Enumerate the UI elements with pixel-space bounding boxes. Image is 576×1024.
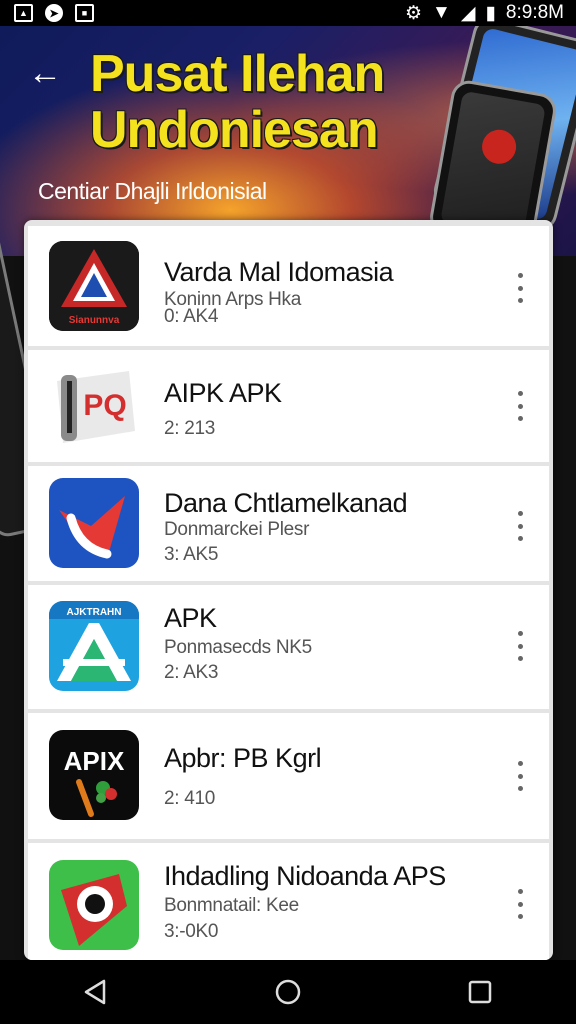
recents-square-icon[interactable] xyxy=(456,968,504,1016)
gallery-icon: ▲ xyxy=(14,4,33,22)
list-item[interactable]: Dana Chtlamelkanad Donmarckei Plesr 3: A… xyxy=(28,466,549,581)
green-eye-logo-icon xyxy=(49,860,139,950)
nav-app-icon: ➤ xyxy=(45,4,63,22)
app-meta: 2: 410 xyxy=(164,788,216,809)
home-circle-icon[interactable] xyxy=(264,968,312,1016)
cyan-a-logo-icon: AJKTRAHN xyxy=(49,601,139,691)
notification-app-icon: ■ xyxy=(75,4,94,22)
signal-icon: ◢ xyxy=(460,2,476,24)
list-item[interactable]: PQ AIPK APK 2: 213 xyxy=(28,350,549,462)
app-name: Dana Chtlamelkanad xyxy=(164,488,408,518)
app-name: Ihdadling Nidoanda APS xyxy=(164,861,446,891)
more-options-icon[interactable] xyxy=(511,273,529,303)
battery-icon: ▮ xyxy=(485,2,496,24)
back-triangle-icon[interactable] xyxy=(72,968,120,1016)
back-arrow-icon[interactable]: ← xyxy=(28,56,62,90)
page-subtitle: Centiar Dhajli Irldonisial xyxy=(38,178,267,204)
svg-text:PQ: PQ xyxy=(83,389,126,422)
red-a-logo-icon: Sianunnva xyxy=(49,241,139,331)
nav-bar xyxy=(0,960,576,1024)
settings-icon: ⚙ xyxy=(404,2,422,24)
pq-logo-icon: PQ xyxy=(49,361,139,451)
app-meta: 3: AK5 xyxy=(164,544,219,565)
list-item[interactable]: Sianunnva Varda Mal Idomasia Koninn Arps… xyxy=(28,226,549,346)
wifi-icon: ▼ xyxy=(432,2,451,23)
app-name: Varda Mal Idomasia xyxy=(164,257,394,287)
app-name: APK xyxy=(164,603,217,633)
app-list: Sianunnva Varda Mal Idomasia Koninn Arps… xyxy=(24,220,553,960)
list-item[interactable]: Ihdadling Nidoanda APS Bonmnatail: Kee 3… xyxy=(28,843,549,960)
app-meta: Ponmasecds NK5 xyxy=(164,637,312,658)
app-meta: 0: AK4 xyxy=(164,306,219,327)
apix-logo-icon: APIX xyxy=(49,730,139,820)
app-meta: 2: AK3 xyxy=(164,662,219,683)
more-options-icon[interactable] xyxy=(511,889,529,919)
svg-text:AJKTRAHN: AJKTRAHN xyxy=(67,607,122,618)
list-item[interactable]: APIX Apbr: PB Kgrl 2: 410 xyxy=(28,713,549,839)
svg-text:Sianunnva: Sianunnva xyxy=(69,315,120,326)
list-item[interactable]: AJKTRAHN APK Ponmasecds NK5 2: AK3 xyxy=(28,585,549,709)
more-options-icon[interactable] xyxy=(511,761,529,791)
app-meta: Donmarckei Plesr xyxy=(164,519,310,540)
app-meta: 2: 213 xyxy=(164,418,216,439)
more-options-icon[interactable] xyxy=(511,511,529,541)
status-time: 8:9:8M xyxy=(505,2,564,23)
blue-phone-check-icon xyxy=(49,478,139,568)
app-name: AIPK APK xyxy=(164,378,282,408)
status-bar: ▲ ➤ ■ ⚙ ▼ ◢ ▮ 8:9:8M xyxy=(0,0,576,26)
page-title: Pusat Ilehan Undoniesan xyxy=(90,45,385,159)
svg-text:APIX: APIX xyxy=(64,746,125,776)
more-options-icon[interactable] xyxy=(511,391,529,421)
app-meta: 3:-0K0 xyxy=(164,921,219,942)
app-meta: Bonmnatail: Kee xyxy=(164,895,299,916)
app-name: Apbr: PB Kgrl xyxy=(164,743,322,773)
more-options-icon[interactable] xyxy=(511,631,529,661)
